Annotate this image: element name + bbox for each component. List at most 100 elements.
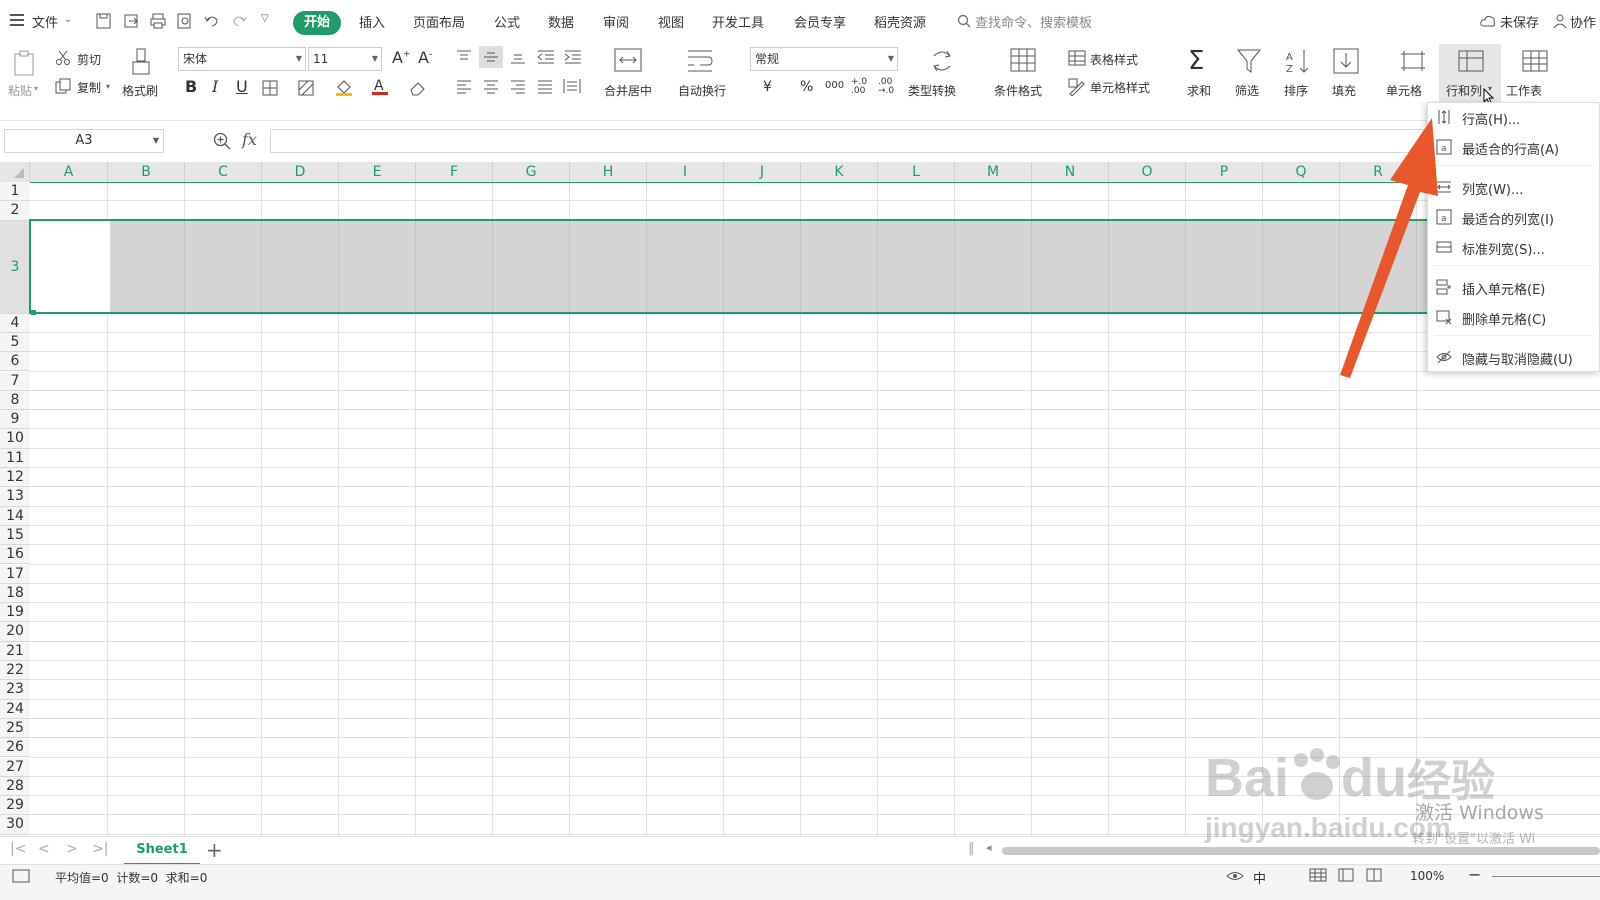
search-command-input[interactable]: 查找命令、搜索模板 [975,12,1092,31]
column-header-m[interactable]: M [955,162,1032,182]
conditional-format-button[interactable]: 条件格式 [994,82,1042,99]
save-icon[interactable] [96,13,112,29]
increase-indent-icon[interactable] [564,50,582,64]
prev-sheet-icon[interactable]: < [38,841,50,857]
row-header-18[interactable]: 18 [0,583,30,604]
add-sheet-icon[interactable]: + [206,838,223,862]
decrease-font-icon[interactable]: A- [418,48,432,67]
row-header-16[interactable]: 16 [0,545,30,565]
row-header-22[interactable]: 22 [0,661,30,681]
row-header-29[interactable]: 29 [0,796,30,816]
number-format-select[interactable]: 常规 ▼ [750,47,898,71]
tab-page-layout[interactable]: 页面布局 [413,12,465,31]
worksheet-button[interactable]: 工作表 [1506,82,1542,99]
row-header-20[interactable]: 20 [0,622,30,642]
zoom-slider[interactable] [1492,876,1600,877]
row-header-15[interactable]: 15 [0,525,30,546]
tab-insert[interactable]: 插入 [359,12,385,31]
cell-button[interactable]: 单元格 [1386,82,1422,99]
align-center-icon[interactable] [483,80,499,94]
fill-pattern-icon[interactable] [298,80,316,96]
increase-font-icon[interactable]: A+ [392,48,411,67]
column-header-n[interactable]: N [1032,162,1109,182]
macro-record-icon[interactable] [12,869,30,883]
row-header-24[interactable]: 24 [0,699,30,719]
page-layout-view-icon[interactable] [1338,868,1354,882]
italic-icon[interactable]: I [212,77,218,96]
underline-icon[interactable]: U [236,77,248,96]
normal-view-icon[interactable] [1309,868,1327,882]
font-color-icon[interactable]: A [372,77,388,95]
column-header-f[interactable]: F [416,162,493,182]
zoom-out-icon[interactable]: − [1468,865,1481,884]
redo-icon[interactable] [231,13,247,29]
splitter-icon[interactable]: ‖ [968,841,975,856]
fill-color-icon[interactable] [335,78,353,96]
menu-item-delete-cells[interactable]: 删除单元格(C) [1428,303,1600,331]
column-header-k[interactable]: K [801,162,878,182]
menu-item-autofit-row-height[interactable]: a 最适合的行高(A) [1428,133,1600,161]
row-col-button[interactable]: 行和列 [1446,82,1482,99]
menu-item-insert-cells[interactable]: 插入单元格(E) [1428,273,1600,301]
align-right-icon[interactable] [510,80,526,94]
hamburger-icon[interactable] [10,14,24,29]
tab-view[interactable]: 视图 [658,12,684,31]
merge-center-button[interactable]: 合并居中 [604,82,652,99]
format-painter-button[interactable]: 格式刷 [122,82,158,99]
row-header-8[interactable]: 8 [0,390,30,411]
tab-review[interactable]: 审阅 [603,12,629,31]
column-header-g[interactable]: G [493,162,570,182]
customize-qa-icon[interactable]: ▽ [261,13,269,24]
row-header-9[interactable]: 9 [0,410,30,430]
row-header-25[interactable]: 25 [0,718,30,739]
filter-button[interactable]: 筛选 [1235,82,1259,99]
cell-style-button[interactable]: 单元格样式 [1090,79,1150,96]
tab-home[interactable]: 开始 [293,11,341,35]
column-header-c[interactable]: C [185,162,262,182]
menu-item-autofit-column-width[interactable]: a 最适合的列宽(I) [1428,203,1600,231]
zoom-search-icon[interactable] [213,132,231,150]
menu-item-hide-unhide[interactable]: 隐藏与取消隐藏(U) [1428,343,1600,371]
column-header-a[interactable]: A [30,162,108,182]
column-header-d[interactable]: D [262,162,339,182]
menu-item-row-height[interactable]: 行高(H)... [1428,103,1600,131]
row-header-19[interactable]: 19 [0,603,30,623]
copy-button[interactable]: 复制 [77,79,101,96]
table-style-button[interactable]: 表格样式 [1090,51,1138,68]
currency-icon[interactable]: ¥ [763,79,772,95]
last-sheet-icon[interactable]: >| [92,841,108,857]
column-header-h[interactable]: H [570,162,647,182]
undo-icon[interactable] [204,13,220,29]
wrap-text-button[interactable]: 自动换行 [678,82,726,99]
align-top-icon[interactable] [456,50,472,64]
row-header-6[interactable]: 6 [0,352,30,372]
scroll-left-icon[interactable]: ◂ [986,841,992,854]
row-header-17[interactable]: 17 [0,564,30,584]
row-header-11[interactable]: 11 [0,448,30,468]
font-name-select[interactable]: 宋体 ▼ [178,47,306,71]
increase-decimal-icon[interactable]: +.0.00 [851,78,867,96]
thousands-icon[interactable]: 000 [825,80,844,91]
print-preview-icon[interactable] [177,13,193,29]
zoom-level[interactable]: 100% [1410,869,1444,883]
row-header-14[interactable]: 14 [0,506,30,526]
select-all-corner[interactable] [0,162,30,182]
fill-button[interactable]: 填充 [1332,82,1356,99]
type-convert-button[interactable]: 类型转换 [908,82,956,99]
name-box[interactable]: A3 ▼ [4,129,164,153]
row-header-7[interactable]: 7 [0,371,30,391]
row-header-12[interactable]: 12 [0,468,30,488]
row-header-4[interactable]: 4 [0,313,30,333]
distribute-icon[interactable] [563,78,581,94]
font-size-select[interactable]: 11 ▼ [308,47,382,71]
print-icon[interactable] [150,13,166,29]
row-header-3[interactable]: 3 [0,220,30,314]
row-header-23[interactable]: 23 [0,680,30,700]
row-header-13[interactable]: 13 [0,487,30,507]
column-header-b[interactable]: B [108,162,185,182]
tab-member[interactable]: 会员专享 [794,12,846,31]
tab-formulas[interactable]: 公式 [494,12,520,31]
unsaved-status[interactable]: 未保存 [1500,12,1539,31]
row-header-21[interactable]: 21 [0,641,30,661]
row-header-5[interactable]: 5 [0,332,30,353]
